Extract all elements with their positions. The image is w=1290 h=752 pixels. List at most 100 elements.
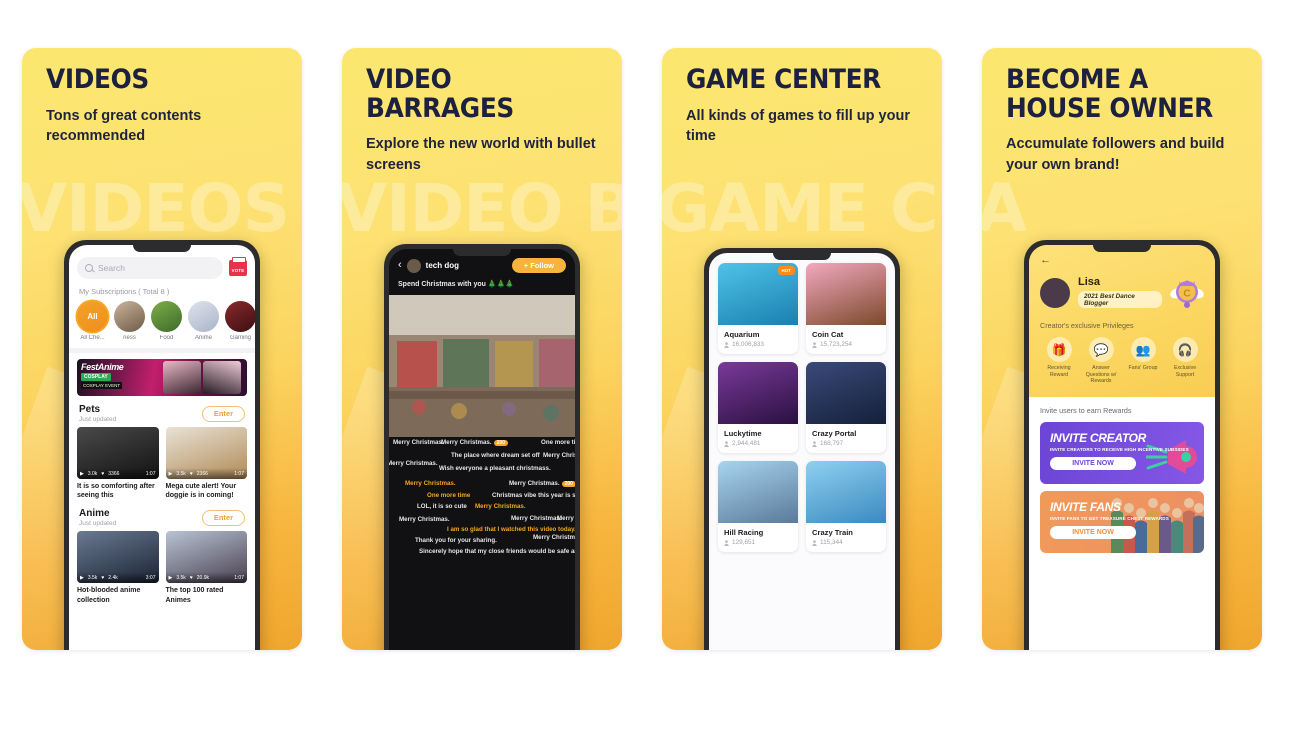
panel-header-1: VIDEOS Tons of great contents recommende… [46, 65, 284, 147]
game-card[interactable]: Hill Racing 129,651 [718, 461, 798, 552]
view-count: 3.5k [176, 574, 186, 581]
invite-banner-creator[interactable]: INVITE CREATOR INVITE CREATORS TO RECEIV… [1040, 421, 1204, 484]
bullet-comment: Merry Christmas. [399, 516, 450, 523]
game-name: Crazy Portal [812, 429, 857, 438]
invite-now-button[interactable]: INVITE NOW [1050, 525, 1136, 539]
bullet-comment: Merry Christmas. [543, 452, 575, 459]
category-1[interactable]: ness [114, 301, 145, 341]
back-arrow-icon[interactable]: ‹ [398, 260, 402, 271]
clap-icon: ♥ [189, 470, 193, 477]
search-placeholder: Search [98, 263, 125, 273]
bullet-comment: Merry Christmas. 200 [441, 439, 508, 446]
privilege-item[interactable]: 🎧 Exclusive Support [1166, 337, 1204, 385]
invite-title: Invite users to earn Rewards [1040, 405, 1132, 415]
privilege-item[interactable]: 👥 Fans' Group [1124, 337, 1162, 385]
video-surface[interactable] [389, 295, 575, 437]
video-grid: ▶ 3.5k ♥ 2.4k 3:07 Hot-blooded anime col… [69, 531, 255, 604]
panel-title-3: GAME CENTER [686, 64, 881, 95]
privilege-item[interactable]: 💬 Answer Questions w/ Rewards [1082, 337, 1120, 385]
section-header: Pets Just updated Enter [69, 396, 255, 427]
panel-header-2: VIDEO BARRAGES Explore the new world wit… [366, 65, 604, 175]
category-2[interactable]: Food [151, 301, 182, 341]
video-title: Mega cute alert! Your doggie is in comin… [165, 483, 237, 500]
category-avatar [77, 301, 108, 332]
video-card[interactable]: ▶ 3.5k ♥ 2366 1:07 Mega cute alert! Your… [165, 427, 247, 500]
back-arrow-icon[interactable]: ← [1040, 255, 1204, 266]
category-avatar [151, 301, 182, 332]
avatar[interactable] [1040, 278, 1070, 308]
privileges-list[interactable]: 🎁 Receiving Reward 💬 Answer Questions w/… [1040, 337, 1204, 385]
app-screen-creator-profile: ← Lisa 2021 Best Dance Blogger C Creator… [1029, 245, 1215, 650]
search-icon [85, 264, 93, 272]
ghost-text-3: GAME CE [662, 170, 942, 247]
video-card[interactable]: ▶ 3.0k ♥ 3366 1:07 It is so comforting a… [77, 427, 159, 500]
phone-notch [453, 249, 511, 256]
game-card[interactable]: HOT Aquarium 16,006,833 [718, 263, 798, 354]
bullet-comment: Merry Christmas. [393, 439, 444, 446]
category-4[interactable]: Gaming [225, 301, 255, 341]
app-screen-video-player: ‹ tech dog + Follow Spend Christmas with… [389, 249, 575, 650]
promo-panel-game-center: GAME CE GAME CENTER All kinds of games t… [662, 48, 942, 650]
video-feed[interactable]: FestAnime COSPLAY COSPLAY EVENT Pets Jus… [69, 353, 255, 650]
bullet-comment: Merry Christmas. [533, 534, 575, 541]
clap-count: 2.4k [108, 574, 118, 581]
section-subtitle: Just updated [79, 520, 117, 528]
feed-section: Pets Just updated Enter ▶ 3.0k ♥ 3366 1:… [69, 396, 255, 500]
view-count: 3.5k [87, 574, 98, 581]
game-card[interactable]: Coin Cat 15,723,254 [806, 263, 886, 354]
avatar[interactable] [406, 258, 421, 273]
game-artwork [718, 461, 798, 523]
gift-icon: 🎁 [1046, 337, 1072, 362]
bullet-comment: Merry Christmas. [475, 503, 526, 510]
play-icon: ▶ [80, 470, 84, 477]
category-list[interactable]: All Che... ness Food Anime Gaming Techn [69, 301, 255, 341]
clap-count: 2366 [196, 470, 208, 477]
player-count-row: 129,651 [718, 537, 798, 552]
app-screen-videos: Search VOTE My Subscriptions ( Total 8 )… [69, 245, 255, 650]
panel-title-4: BECOME A HOUSE OWNER [1006, 64, 1213, 124]
player-count-row: 15,723,254 [806, 339, 886, 354]
invite-now-button[interactable]: INVITE NOW [1050, 456, 1136, 470]
creator-name: Lisa [1078, 276, 1101, 289]
privilege-label: Receiving Reward [1047, 365, 1071, 378]
phone-mockup-4: ← Lisa 2021 Best Dance Blogger C Creator… [1024, 240, 1220, 650]
enter-button[interactable]: Enter [201, 405, 245, 422]
invite-banner-fans[interactable]: INVITE FANS INVITE FANS TO GET TREASURE … [1040, 490, 1204, 553]
play-icon: ▶ [168, 574, 173, 581]
vote-icon[interactable]: VOTE [229, 257, 247, 276]
hot-badge: HOT [777, 266, 795, 275]
video-stats: ▶ 3.0k ♥ 3366 1:07 [77, 468, 159, 479]
privilege-label: Fans' Group [1128, 365, 1158, 371]
game-card[interactable]: Luckytime 2,944,481 [718, 362, 798, 453]
bullet-comment: Merry Chris [557, 515, 575, 522]
person-icon [724, 341, 729, 348]
bullet-comment: Christmas vibe this year is so romar [492, 492, 575, 499]
phone-mockup-1: Search VOTE My Subscriptions ( Total 8 )… [64, 240, 260, 650]
game-card[interactable]: Crazy Portal 168,797 [806, 362, 886, 453]
category-0[interactable]: All Che... [77, 301, 108, 341]
game-grid[interactable]: HOT Aquarium 16,006,833 Coin Cat 15,723,… [709, 253, 895, 650]
category-3[interactable]: Anime [188, 301, 219, 341]
phone-mockup-2: ‹ tech dog + Follow Spend Christmas with… [384, 244, 580, 650]
privilege-item[interactable]: 🎁 Receiving Reward [1040, 337, 1078, 385]
follow-button[interactable]: + Follow [511, 258, 566, 273]
video-title: It is so comforting after seeing this [77, 483, 155, 500]
video-thumbnail: ▶ 3.5k ♥ 2366 1:07 [165, 427, 247, 479]
game-artwork [806, 362, 886, 424]
player-count: 15,723,254 [820, 341, 852, 348]
promo-banner[interactable]: FestAnime COSPLAY COSPLAY EVENT [77, 359, 247, 396]
game-name: Aquarium [724, 330, 760, 339]
video-card[interactable]: ▶ 3.5k ♥ 2.4k 3:07 Hot-blooded anime col… [77, 531, 159, 604]
video-card[interactable]: ▶ 3.5k ♥ 20.9k 1:07 The top 100 rated An… [165, 531, 247, 604]
banner-art-right [203, 361, 241, 394]
bullet-comment-layer: Merry Christmas. Merry Christmas. 200 One… [389, 437, 575, 650]
enter-button[interactable]: Enter [201, 509, 245, 526]
creator-badge-icon: C [1170, 276, 1204, 310]
game-card[interactable]: Crazy Train 115,344 [806, 461, 886, 552]
promo-panel-house-owner: A BECOME A HOUSE OWNER Accumulate follow… [982, 48, 1262, 650]
game-name: Luckytime [724, 429, 762, 438]
svg-text:C: C [1183, 289, 1190, 300]
bullet-comment: The place where dream set off [451, 452, 540, 459]
search-input[interactable]: Search [77, 257, 223, 279]
creator-profile: Lisa 2021 Best Dance Blogger C [1040, 276, 1204, 310]
